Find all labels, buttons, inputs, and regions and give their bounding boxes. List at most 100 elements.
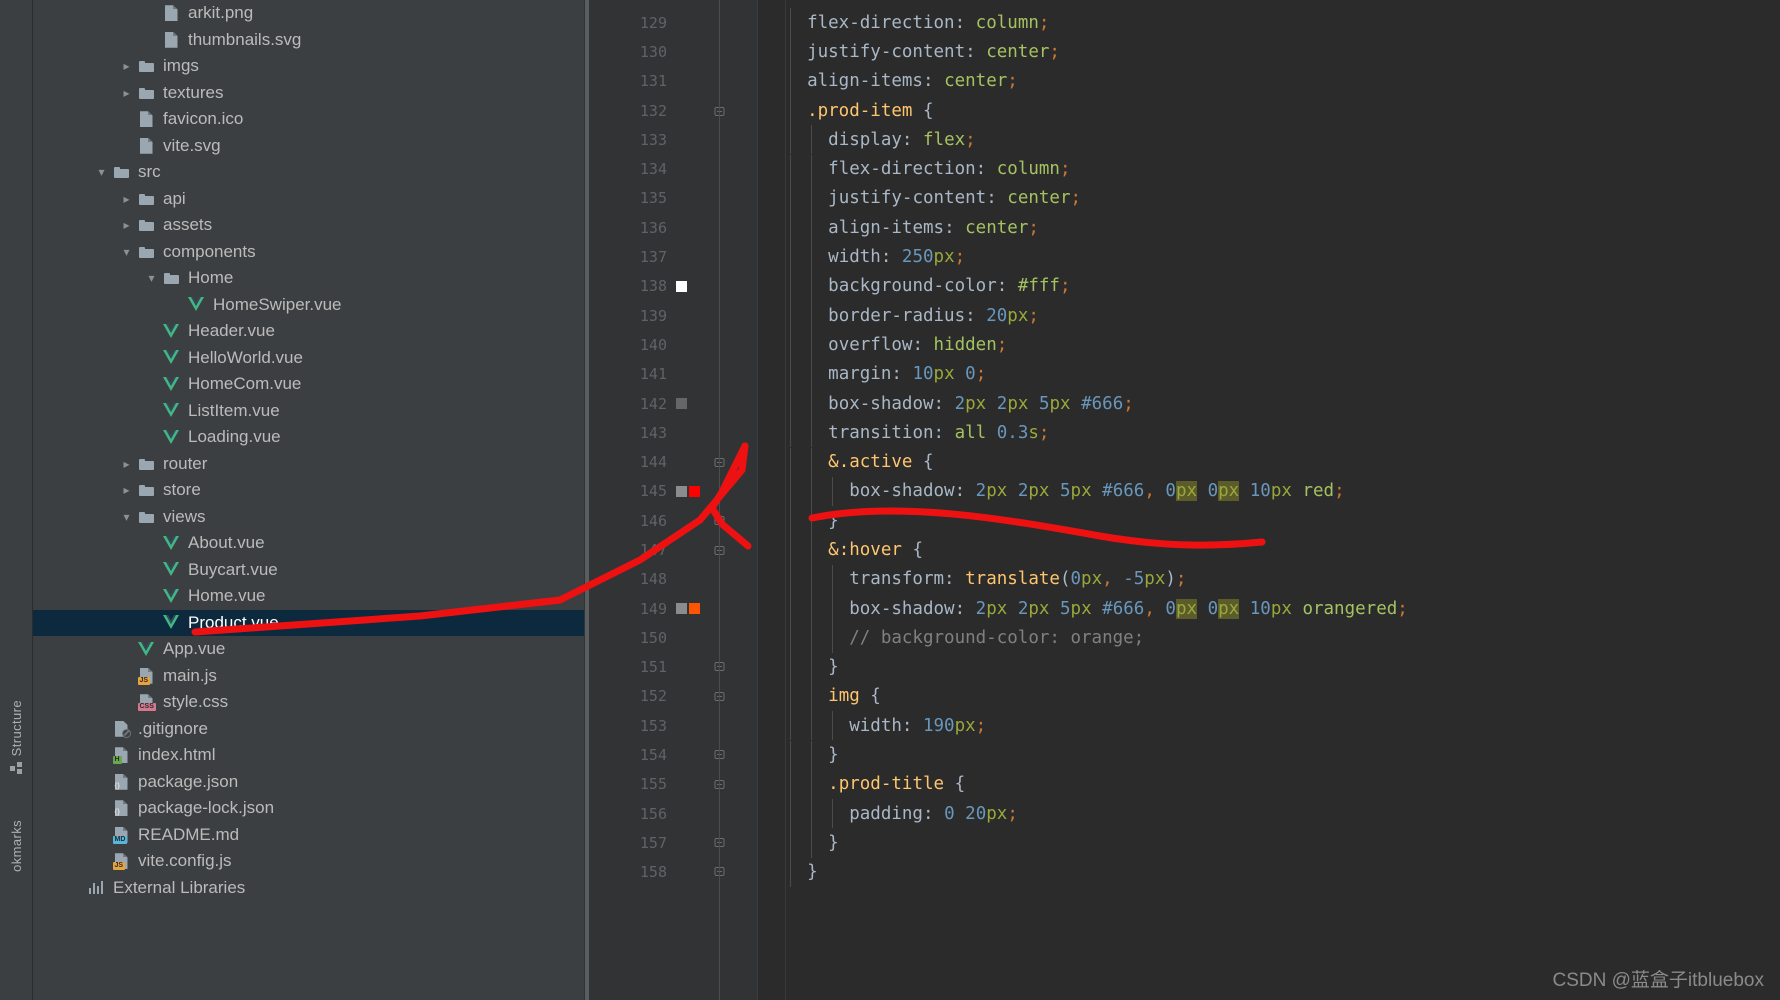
code-line[interactable]: box-shadow: 2 px 2 px 5 px #666;: [758, 389, 1780, 418]
code-line[interactable]: box-shadow: 2 px 2 px 5 px #666, 0 px 0 px 10…: [758, 477, 1780, 506]
editor-gutter[interactable]: 129 130 131 132 133 134 135 136 137 138 139 140 141 1…: [625, 0, 758, 1000]
tree-row[interactable]: HomeCom.vue: [33, 371, 584, 398]
tree-row[interactable]: src: [33, 159, 584, 186]
tree-row[interactable]: Hindex.html: [33, 742, 584, 769]
color-swatch[interactable]: [676, 603, 687, 615]
tree-row[interactable]: External Libraries: [33, 875, 584, 902]
gutter-line[interactable]: 148: [625, 565, 758, 594]
code-line[interactable]: width: 190 px;: [758, 711, 1780, 740]
tree-row[interactable]: router: [33, 451, 584, 478]
color-swatch-group[interactable]: [676, 485, 700, 497]
chevron-right-icon[interactable]: [118, 87, 135, 99]
tree-row[interactable]: {} package-lock.json: [33, 795, 584, 822]
gutter-line[interactable]: 144: [625, 447, 758, 476]
gutter-line[interactable]: 135: [625, 184, 758, 213]
code-line[interactable]: }: [758, 653, 1780, 682]
tree-row[interactable]: components: [33, 239, 584, 266]
tree-row[interactable]: HelloWorld.vue: [33, 345, 584, 372]
tree-row[interactable]: MD README.md: [33, 822, 584, 849]
code-line[interactable]: }: [758, 858, 1780, 887]
tree-row[interactable]: api: [33, 186, 584, 213]
project-tree-panel[interactable]: arkit.png thumbnails.svg imgs textures favic…: [33, 0, 585, 1000]
tree-row[interactable]: About.vue: [33, 530, 584, 557]
code-line[interactable]: &:hover {: [758, 535, 1780, 564]
code-line[interactable]: justify-content: center;: [758, 184, 1780, 213]
gutter-line[interactable]: 158: [625, 858, 758, 887]
tree-row[interactable]: thumbnails.svg: [33, 27, 584, 54]
code-line[interactable]: overflow: hidden;: [758, 330, 1780, 359]
gutter-line[interactable]: 132: [625, 96, 758, 125]
gutter-line[interactable]: 129: [625, 8, 758, 37]
code-line[interactable]: align-items: center;: [758, 213, 1780, 242]
code-line[interactable]: transform: translate(0 px, -5 px);: [758, 565, 1780, 594]
gutter-line[interactable]: 153: [625, 711, 758, 740]
gutter-line[interactable]: 143: [625, 418, 758, 447]
gutter-line[interactable]: 156: [625, 799, 758, 828]
chevron-right-icon[interactable]: [118, 193, 135, 205]
tree-row[interactable]: arkit.png: [33, 0, 584, 27]
tree-row[interactable]: JS main.js: [33, 663, 584, 690]
gutter-line[interactable]: 146: [625, 506, 758, 535]
code-line[interactable]: // background-color: orange;: [758, 623, 1780, 652]
chevron-down-icon[interactable]: [118, 511, 135, 523]
code-line[interactable]: padding: 0 20 px;: [758, 799, 1780, 828]
color-swatch-group[interactable]: [676, 398, 687, 409]
tree-row[interactable]: ListItem.vue: [33, 398, 584, 425]
gutter-line[interactable]: 131: [625, 67, 758, 96]
code-editor[interactable]: 129 130 131 132 133 134 135 136 137 138 139 140 141 1…: [585, 0, 1780, 1000]
tree-row[interactable]: imgs: [33, 53, 584, 80]
code-line[interactable]: display: flex;: [758, 125, 1780, 154]
gutter-line[interactable]: 150: [625, 623, 758, 652]
code-line[interactable]: .prod-item {: [758, 96, 1780, 125]
code-line[interactable]: .prod-title {: [758, 770, 1780, 799]
code-line[interactable]: box-shadow: 2 px 2 px 5 px #666, 0 px 0 px 10…: [758, 594, 1780, 623]
tree-row[interactable]: vite.svg: [33, 133, 584, 160]
tree-row[interactable]: Home.vue: [33, 583, 584, 610]
chevron-down-icon[interactable]: [143, 272, 160, 284]
editor-scroll-indicator[interactable]: [585, 0, 589, 1000]
code-line[interactable]: width: 250 px;: [758, 242, 1780, 271]
gutter-line[interactable]: 137: [625, 242, 758, 271]
tree-row[interactable]: Home: [33, 265, 584, 292]
tree-row[interactable]: App.vue: [33, 636, 584, 663]
code-line[interactable]: flex-direction: column;: [758, 8, 1780, 37]
chevron-down-icon[interactable]: [93, 166, 110, 178]
color-swatch[interactable]: [676, 280, 687, 292]
gutter-line[interactable]: 136: [625, 213, 758, 242]
tree-row[interactable]: Product.vue: [33, 609, 584, 636]
gutter-line[interactable]: 138: [625, 272, 758, 301]
gutter-line[interactable]: 130: [625, 37, 758, 66]
tree-row[interactable]: .gitignore: [33, 716, 584, 743]
gutter-line[interactable]: 141: [625, 360, 758, 389]
gutter-line[interactable]: 147: [625, 535, 758, 564]
tree-row[interactable]: store: [33, 477, 584, 504]
color-swatch[interactable]: [689, 603, 700, 615]
gutter-line[interactable]: 149: [625, 594, 758, 623]
tree-row[interactable]: CSS style.css: [33, 689, 584, 716]
code-lines[interactable]: flex-direction: column; justify-content:…: [758, 0, 1780, 887]
code-text-area[interactable]: flex-direction: column; justify-content:…: [758, 0, 1780, 1000]
gutter-line[interactable]: 155: [625, 770, 758, 799]
gutter-line[interactable]: 139: [625, 301, 758, 330]
color-swatch[interactable]: [676, 398, 687, 409]
code-line[interactable]: background-color: #fff;: [758, 272, 1780, 301]
gutter-line[interactable]: 152: [625, 682, 758, 711]
chevron-down-icon[interactable]: [118, 246, 135, 258]
tool-window-structure[interactable]: Structure: [0, 700, 33, 775]
color-swatch-group[interactable]: [676, 280, 687, 292]
tree-row[interactable]: textures: [33, 80, 584, 107]
gutter-line[interactable]: 142: [625, 389, 758, 418]
tree-row[interactable]: Loading.vue: [33, 424, 584, 451]
tree-row[interactable]: favicon.ico: [33, 106, 584, 133]
code-line[interactable]: flex-direction: column;: [758, 154, 1780, 183]
gutter-line[interactable]: 133: [625, 125, 758, 154]
color-swatch-group[interactable]: [676, 603, 700, 615]
code-line[interactable]: }: [758, 828, 1780, 857]
chevron-right-icon[interactable]: [118, 219, 135, 231]
gutter-line[interactable]: 157: [625, 828, 758, 857]
tree-row[interactable]: JS vite.config.js: [33, 848, 584, 875]
code-line[interactable]: justify-content: center;: [758, 37, 1780, 66]
chevron-right-icon[interactable]: [118, 60, 135, 72]
code-line[interactable]: }: [758, 740, 1780, 769]
tree-row[interactable]: Header.vue: [33, 318, 584, 345]
